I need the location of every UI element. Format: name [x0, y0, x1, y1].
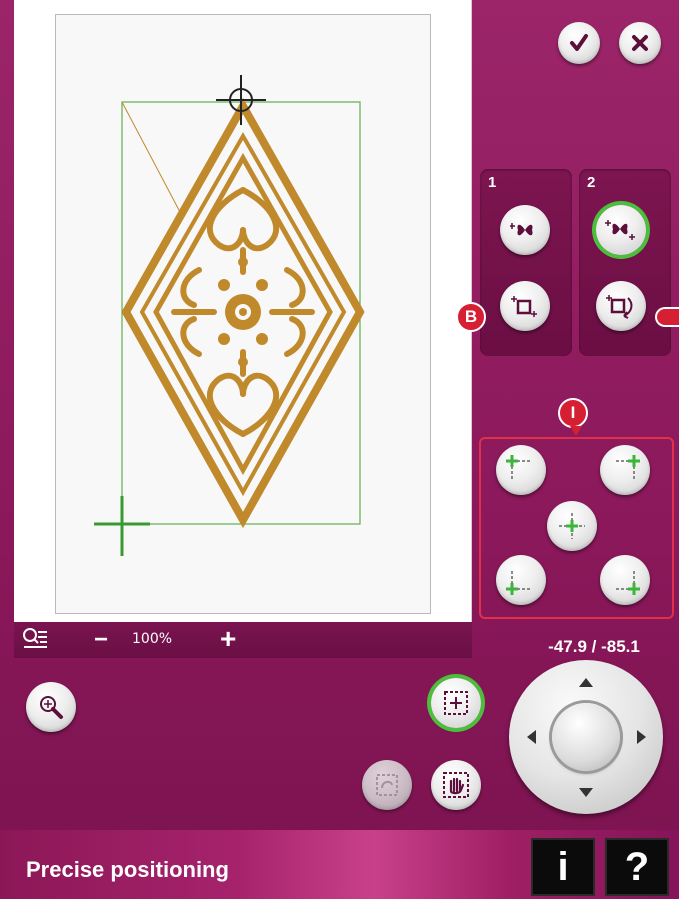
zoom-options-icon[interactable] — [22, 627, 48, 653]
center-position-button[interactable] — [547, 501, 597, 551]
center-design-icon — [444, 691, 468, 715]
arrow-left-icon[interactable] — [527, 730, 536, 744]
help-button[interactable]: ? — [605, 838, 669, 896]
help-icon: ? — [624, 844, 650, 889]
bottom-right-corner-button[interactable] — [600, 555, 650, 605]
precise-positioning-screen: − 100% + 1 2 B I -47.9 / -85.1 Precise p… — [0, 0, 679, 899]
zoom-in-button[interactable]: + — [220, 623, 236, 655]
zoom-level: 100% — [132, 631, 173, 647]
zoom-to-button[interactable] — [26, 682, 76, 732]
embroidery-canvas[interactable] — [14, 0, 472, 622]
butterfly-move-icon — [510, 223, 533, 236]
info-icon: i — [557, 844, 569, 889]
panel-2-number: 2 — [587, 174, 596, 191]
callout-pointer — [570, 426, 582, 436]
screen-title: Precise positioning — [26, 857, 229, 882]
dpad-center-button[interactable] — [552, 703, 620, 771]
top-crosshair — [216, 75, 266, 125]
move-design-button[interactable] — [500, 205, 550, 255]
top-left-corner-icon — [506, 455, 530, 479]
top-right-corner-button[interactable] — [600, 445, 650, 495]
zoom-bar: − 100% + — [14, 622, 472, 658]
bottom-left-corner-icon — [506, 571, 530, 595]
top-left-corner-button[interactable] — [496, 445, 546, 495]
corner-rotate-button[interactable] — [596, 281, 646, 331]
corner-reference-button[interactable] — [500, 281, 550, 331]
panel-1-number: 1 — [488, 174, 497, 191]
arrow-down-icon[interactable] — [579, 788, 593, 797]
corner-crosshair — [94, 496, 150, 556]
bottom-right-corner-icon — [616, 571, 640, 595]
rotate-disabled-button[interactable] — [362, 760, 412, 810]
rotate-icon — [376, 774, 398, 796]
move-design-point-button[interactable] — [596, 205, 646, 255]
callout-b: B — [456, 302, 486, 332]
zoom-in-icon — [40, 696, 63, 719]
butterfly-move-icon — [605, 220, 635, 240]
arrow-up-icon[interactable] — [579, 678, 593, 687]
info-button[interactable]: i — [531, 838, 595, 896]
position-coordinates: -47.9 / -85.1 — [548, 637, 640, 656]
move-to-center-button[interactable] — [431, 678, 481, 728]
directional-wheel[interactable] — [509, 660, 663, 814]
pan-icon — [443, 772, 469, 798]
bottom-left-corner-button[interactable] — [496, 555, 546, 605]
cancel-icon — [632, 35, 648, 51]
corner-position-icon — [511, 296, 537, 317]
embroidery-design[interactable] — [14, 0, 472, 622]
rotate-icon — [606, 295, 633, 319]
pan-button[interactable] — [431, 760, 481, 810]
confirm-icon — [570, 34, 588, 51]
callout-i: I — [558, 398, 588, 428]
cancel-button[interactable] — [619, 22, 661, 64]
zoom-out-button[interactable]: − — [94, 626, 108, 654]
guide-line — [121, 101, 181, 213]
callout-partial — [655, 307, 679, 327]
confirm-button[interactable] — [558, 22, 600, 64]
top-right-corner-icon — [616, 455, 640, 479]
arrow-right-icon[interactable] — [637, 730, 646, 744]
center-position-icon — [559, 513, 585, 539]
